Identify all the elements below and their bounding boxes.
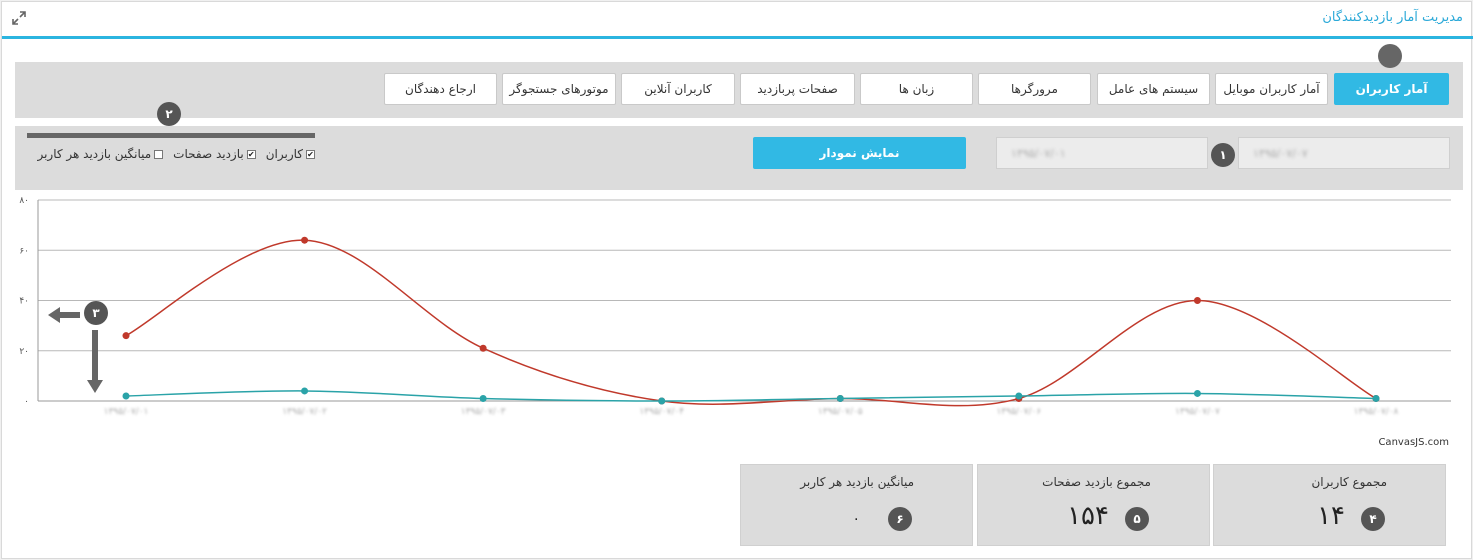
checkbox-page-views[interactable]: ✔ بازدید صفحات: [173, 147, 256, 161]
data-point: [122, 332, 130, 340]
stat-label: میانگین بازدید هر کاربر: [800, 475, 914, 489]
y-tick-label: ۴۰: [19, 297, 29, 307]
x-tick-label: ۱۳۹۵/۰۷/۰۵: [818, 407, 863, 417]
y-tick-label: ۸۰: [19, 196, 29, 206]
date-from-field[interactable]: ۱۳۹۵/۰۷/۰۷: [1238, 137, 1450, 169]
show-chart-button[interactable]: نمایش نمودار: [753, 137, 966, 169]
tab-mobile-users[interactable]: آمار کاربران موبایل: [1215, 73, 1328, 105]
checkbox-icon[interactable]: [154, 149, 164, 159]
stat-value: ۰: [852, 511, 860, 527]
checkbox-icon[interactable]: ✔: [246, 149, 256, 159]
tab-bar: آمار کاربران آمار کاربران موبایل سیستم ه…: [15, 62, 1463, 118]
arrow-down-head-icon: [87, 380, 103, 393]
data-point: [301, 236, 309, 244]
filter-bar: ✔ کاربران ✔ بازدید صفحات میانگین بازدید هر…: [15, 126, 1463, 190]
stat-card-avg-views: میانگین بازدید هر کاربر ۰ ۶: [740, 464, 973, 546]
data-point: [479, 394, 487, 402]
step-badge-6: ۶: [888, 507, 912, 531]
stat-value: ۱۴: [1317, 501, 1345, 531]
arrow-down-icon: [92, 330, 98, 382]
chart-credit[interactable]: CanvasJS.com: [1378, 437, 1449, 448]
x-tick-label: ۱۳۹۵/۰۷/۰۳: [461, 407, 506, 417]
series-line: [125, 239, 1377, 407]
tab-online-users[interactable]: کاربران آنلاین: [621, 73, 735, 105]
series-line: [125, 390, 1377, 402]
date-to-field[interactable]: ۱۳۹۵/۰۷/۰۱: [996, 137, 1208, 169]
x-tick-label: ۱۳۹۵/۰۷/۰۸: [1354, 407, 1399, 417]
tab-search-engines[interactable]: موتورهای جستجوگر: [502, 73, 616, 105]
stat-card-total-users: مجموع کاربران ۱۴ ۴: [1213, 464, 1446, 546]
checkbox-icon[interactable]: ✔: [306, 149, 315, 159]
data-point: [1193, 297, 1201, 304]
page-title: مدیریت آمار بازدیدکنندگان: [1322, 10, 1463, 25]
date-from-value: ۱۳۹۵/۰۷/۰۷: [1253, 146, 1308, 160]
toolbar-indicator: [27, 133, 315, 138]
step-badge-5: ۵: [1125, 507, 1149, 531]
x-tick-label: ۱۳۹۵/۰۷/۰۴: [639, 407, 684, 417]
step-badge-4: ۴: [1361, 507, 1385, 531]
line-chart: ۰ ۲۰ ۴۰ ۶۰ ۸۰ ۱۳۹۵/۰۷/۰۱ ۱۳۹۵/۰۷/۰۲ ۱۳۹۵/۰۷/۰۳ ۱…: [19, 196, 1451, 417]
step-badge-2: ۲: [157, 102, 181, 126]
y-tick-label: ۲۰: [19, 347, 29, 357]
data-point: [1372, 394, 1380, 402]
data-point: [479, 344, 487, 352]
panel-header: مدیریت آمار بازدیدکنندگان: [2, 2, 1473, 39]
tab-user-stats[interactable]: آمار کاربران: [1334, 73, 1449, 105]
stat-value: ۱۵۴: [1067, 501, 1109, 531]
data-point: [301, 387, 309, 395]
data-point: [122, 392, 130, 400]
x-tick-label: ۱۳۹۵/۰۷/۰۶: [996, 407, 1041, 417]
data-point: [1193, 389, 1201, 397]
tab-browsers[interactable]: مرورگرها: [978, 73, 1091, 105]
data-point: [658, 397, 666, 405]
chart-area: ۰ ۲۰ ۴۰ ۶۰ ۸۰ ۱۳۹۵/۰۷/۰۱ ۱۳۹۵/۰۷/۰۲ ۱۳۹۵/۰۷/۰۳ ۱…: [15, 190, 1463, 448]
expand-icon[interactable]: [12, 11, 26, 25]
x-tick-label: ۱۳۹۵/۰۷/۰۱: [104, 407, 149, 417]
data-point: [836, 394, 844, 402]
checkbox-users[interactable]: ✔ کاربران: [266, 147, 315, 161]
tab-operating-systems[interactable]: سیستم های عامل: [1097, 73, 1210, 105]
tab-top-pages[interactable]: صفحات پربازدید: [740, 73, 855, 105]
tab-referrers[interactable]: ارجاع دهندگان: [384, 73, 497, 105]
tab-languages[interactable]: زبان ها: [860, 73, 973, 105]
stat-label: مجموع کاربران: [1311, 475, 1387, 489]
date-to-value: ۱۳۹۵/۰۷/۰۱: [1011, 146, 1066, 160]
y-tick-label: ۶۰: [19, 246, 29, 256]
tab-marker-dot: [1378, 44, 1402, 68]
x-tick-label: ۱۳۹۵/۰۷/۰۲: [282, 407, 327, 417]
stat-card-total-page-views: مجموع بازدید صفحات ۱۵۴ ۵: [977, 464, 1210, 546]
arrow-left-head-icon: [48, 307, 60, 323]
step-badge-3: ۳: [84, 301, 108, 325]
step-badge-1: ۱: [1211, 143, 1235, 167]
checkbox-avg-views[interactable]: میانگین بازدید هر کاربر: [37, 147, 164, 161]
data-point: [1015, 392, 1023, 400]
y-tick-label: ۰: [24, 397, 29, 407]
series-checkboxes: ✔ کاربران ✔ بازدید صفحات میانگین بازدید هر…: [25, 146, 315, 162]
stat-label: مجموع بازدید صفحات: [1042, 475, 1151, 489]
x-tick-label: ۱۳۹۵/۰۷/۰۷: [1175, 407, 1220, 417]
